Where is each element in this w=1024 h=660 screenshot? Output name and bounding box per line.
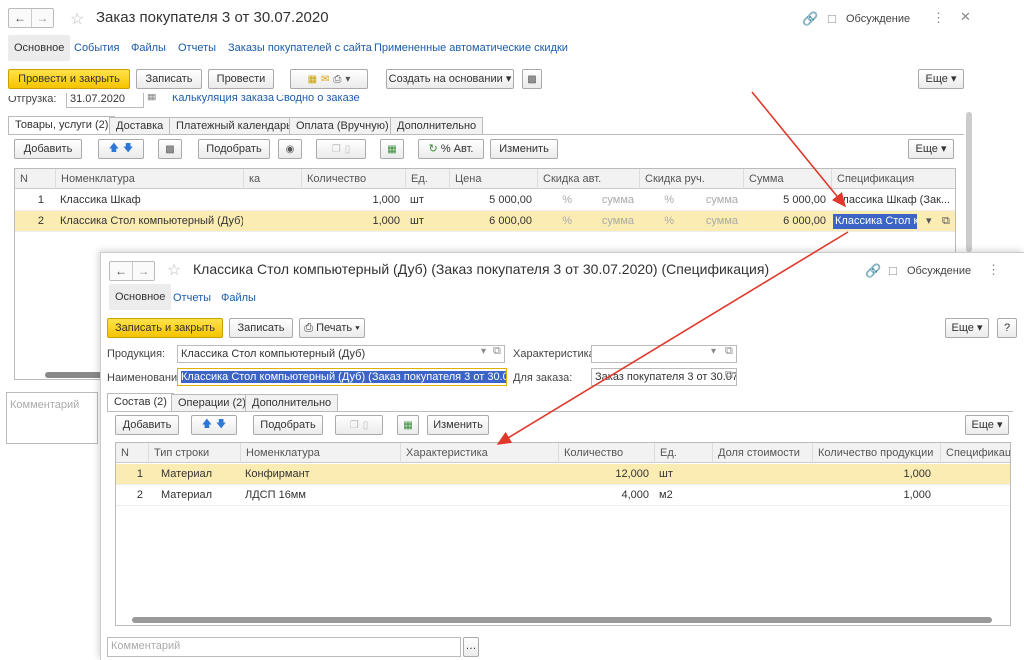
arrow-to-specification: [751, 91, 847, 208]
arrow-to-characteristic: [496, 231, 849, 445]
annotation-arrows: [496, 91, 849, 445]
